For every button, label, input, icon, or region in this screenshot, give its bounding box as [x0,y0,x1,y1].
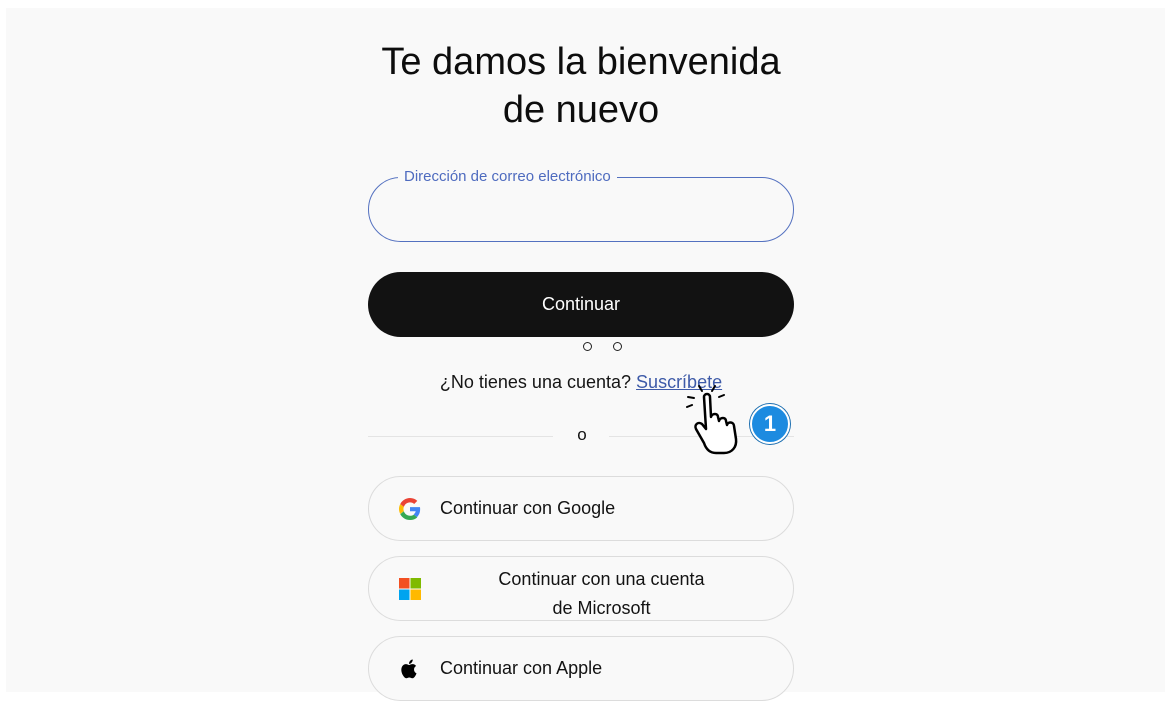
continue-with-google-button[interactable]: Continuar con Google [368,476,794,541]
continue-with-apple-button[interactable]: Continuar con Apple [368,636,794,701]
google-button-label: Continuar con Google [440,498,616,518]
page-title: Te damos la bienvenida de nuevo [0,38,1162,134]
loading-dot [613,342,622,351]
continue-button[interactable]: Continuar [368,272,794,337]
signup-prompt: ¿No tienes una cuenta? Suscríbete [0,372,1162,393]
divider-or: o [577,425,587,444]
loading-indicator [583,342,625,354]
divider-line-left [368,436,553,437]
microsoft-button-label-line-2: de Microsoft [552,598,651,618]
email-field[interactable]: Dirección de correo electrónico [368,168,794,242]
microsoft-button-label: Continuar con una cuenta de Microsoft [429,565,774,623]
apple-button-label: Continuar con Apple [440,658,603,678]
page-title-line-1: Te damos la bienvenida [381,41,781,83]
page-title-line-2: de nuevo [502,89,660,131]
hand-pointer-icon [686,385,738,455]
step-number-badge: 1 [750,404,790,444]
email-field-label: Dirección de correo electrónico [398,168,617,186]
signup-prompt-text: ¿No tienes una cuenta? [439,372,632,392]
email-field-border [368,177,794,242]
continue-with-microsoft-button[interactable]: Continuar con una cuenta de Microsoft [368,556,794,621]
loading-dot [583,342,592,351]
microsoft-icon [399,578,421,600]
email-input[interactable] [399,196,763,228]
apple-icon [401,659,417,679]
microsoft-button-label-line-1: Continuar con una cuenta [498,569,705,589]
google-icon [399,498,421,520]
